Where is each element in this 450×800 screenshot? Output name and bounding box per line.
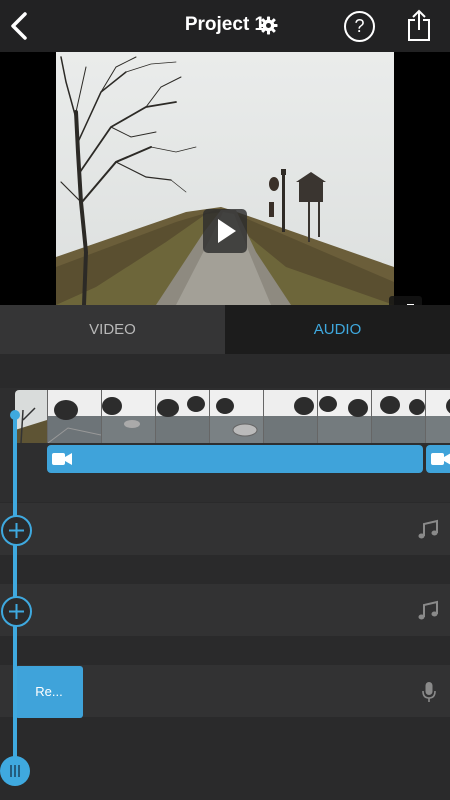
audio-timeline: Re... xyxy=(0,354,450,800)
play-icon xyxy=(218,219,236,243)
video-preview xyxy=(0,52,450,329)
mode-tabs: VIDEO AUDIO xyxy=(0,305,450,354)
thumbnail xyxy=(425,390,450,443)
video-clip-audio[interactable] xyxy=(47,445,423,473)
thumbnail xyxy=(15,390,47,443)
thumbnail xyxy=(371,390,425,443)
gear-icon[interactable] xyxy=(259,16,278,35)
header-bar: Project 1 ? xyxy=(0,0,450,52)
tab-video[interactable]: VIDEO xyxy=(0,305,225,354)
thumbnail xyxy=(101,390,155,443)
playhead-top-dot xyxy=(10,410,20,420)
project-title[interactable]: Project 1 xyxy=(185,14,265,35)
play-button[interactable] xyxy=(203,209,247,253)
add-icon xyxy=(9,604,24,619)
playhead-handle[interactable] xyxy=(0,756,30,786)
thumbnail xyxy=(155,390,209,443)
music-note-icon xyxy=(418,600,438,620)
thumbnail xyxy=(317,390,371,443)
video-thumbnail-strip[interactable] xyxy=(15,390,450,443)
video-clip-audio[interactable] xyxy=(426,445,450,473)
add-music-button[interactable] xyxy=(1,596,32,627)
back-chevron-icon[interactable] xyxy=(6,10,34,42)
music-track-lane-1[interactable] xyxy=(0,503,450,555)
share-icon[interactable] xyxy=(405,8,433,42)
grip-icon xyxy=(10,765,20,777)
thumbnail xyxy=(209,390,263,443)
music-note-icon xyxy=(418,519,438,539)
camera-icon xyxy=(431,453,450,465)
add-music-button[interactable] xyxy=(1,515,32,546)
thumbnail xyxy=(263,390,317,443)
tab-audio[interactable]: AUDIO xyxy=(225,305,450,354)
camera-icon xyxy=(52,453,72,465)
music-track-lane-2[interactable] xyxy=(0,584,450,636)
help-icon[interactable]: ? xyxy=(344,11,375,42)
voiceover-recording-clip[interactable]: Re... xyxy=(15,666,83,718)
thumbnail xyxy=(47,390,101,443)
microphone-icon xyxy=(422,682,436,702)
add-icon xyxy=(9,523,24,538)
preview-image xyxy=(56,52,394,305)
